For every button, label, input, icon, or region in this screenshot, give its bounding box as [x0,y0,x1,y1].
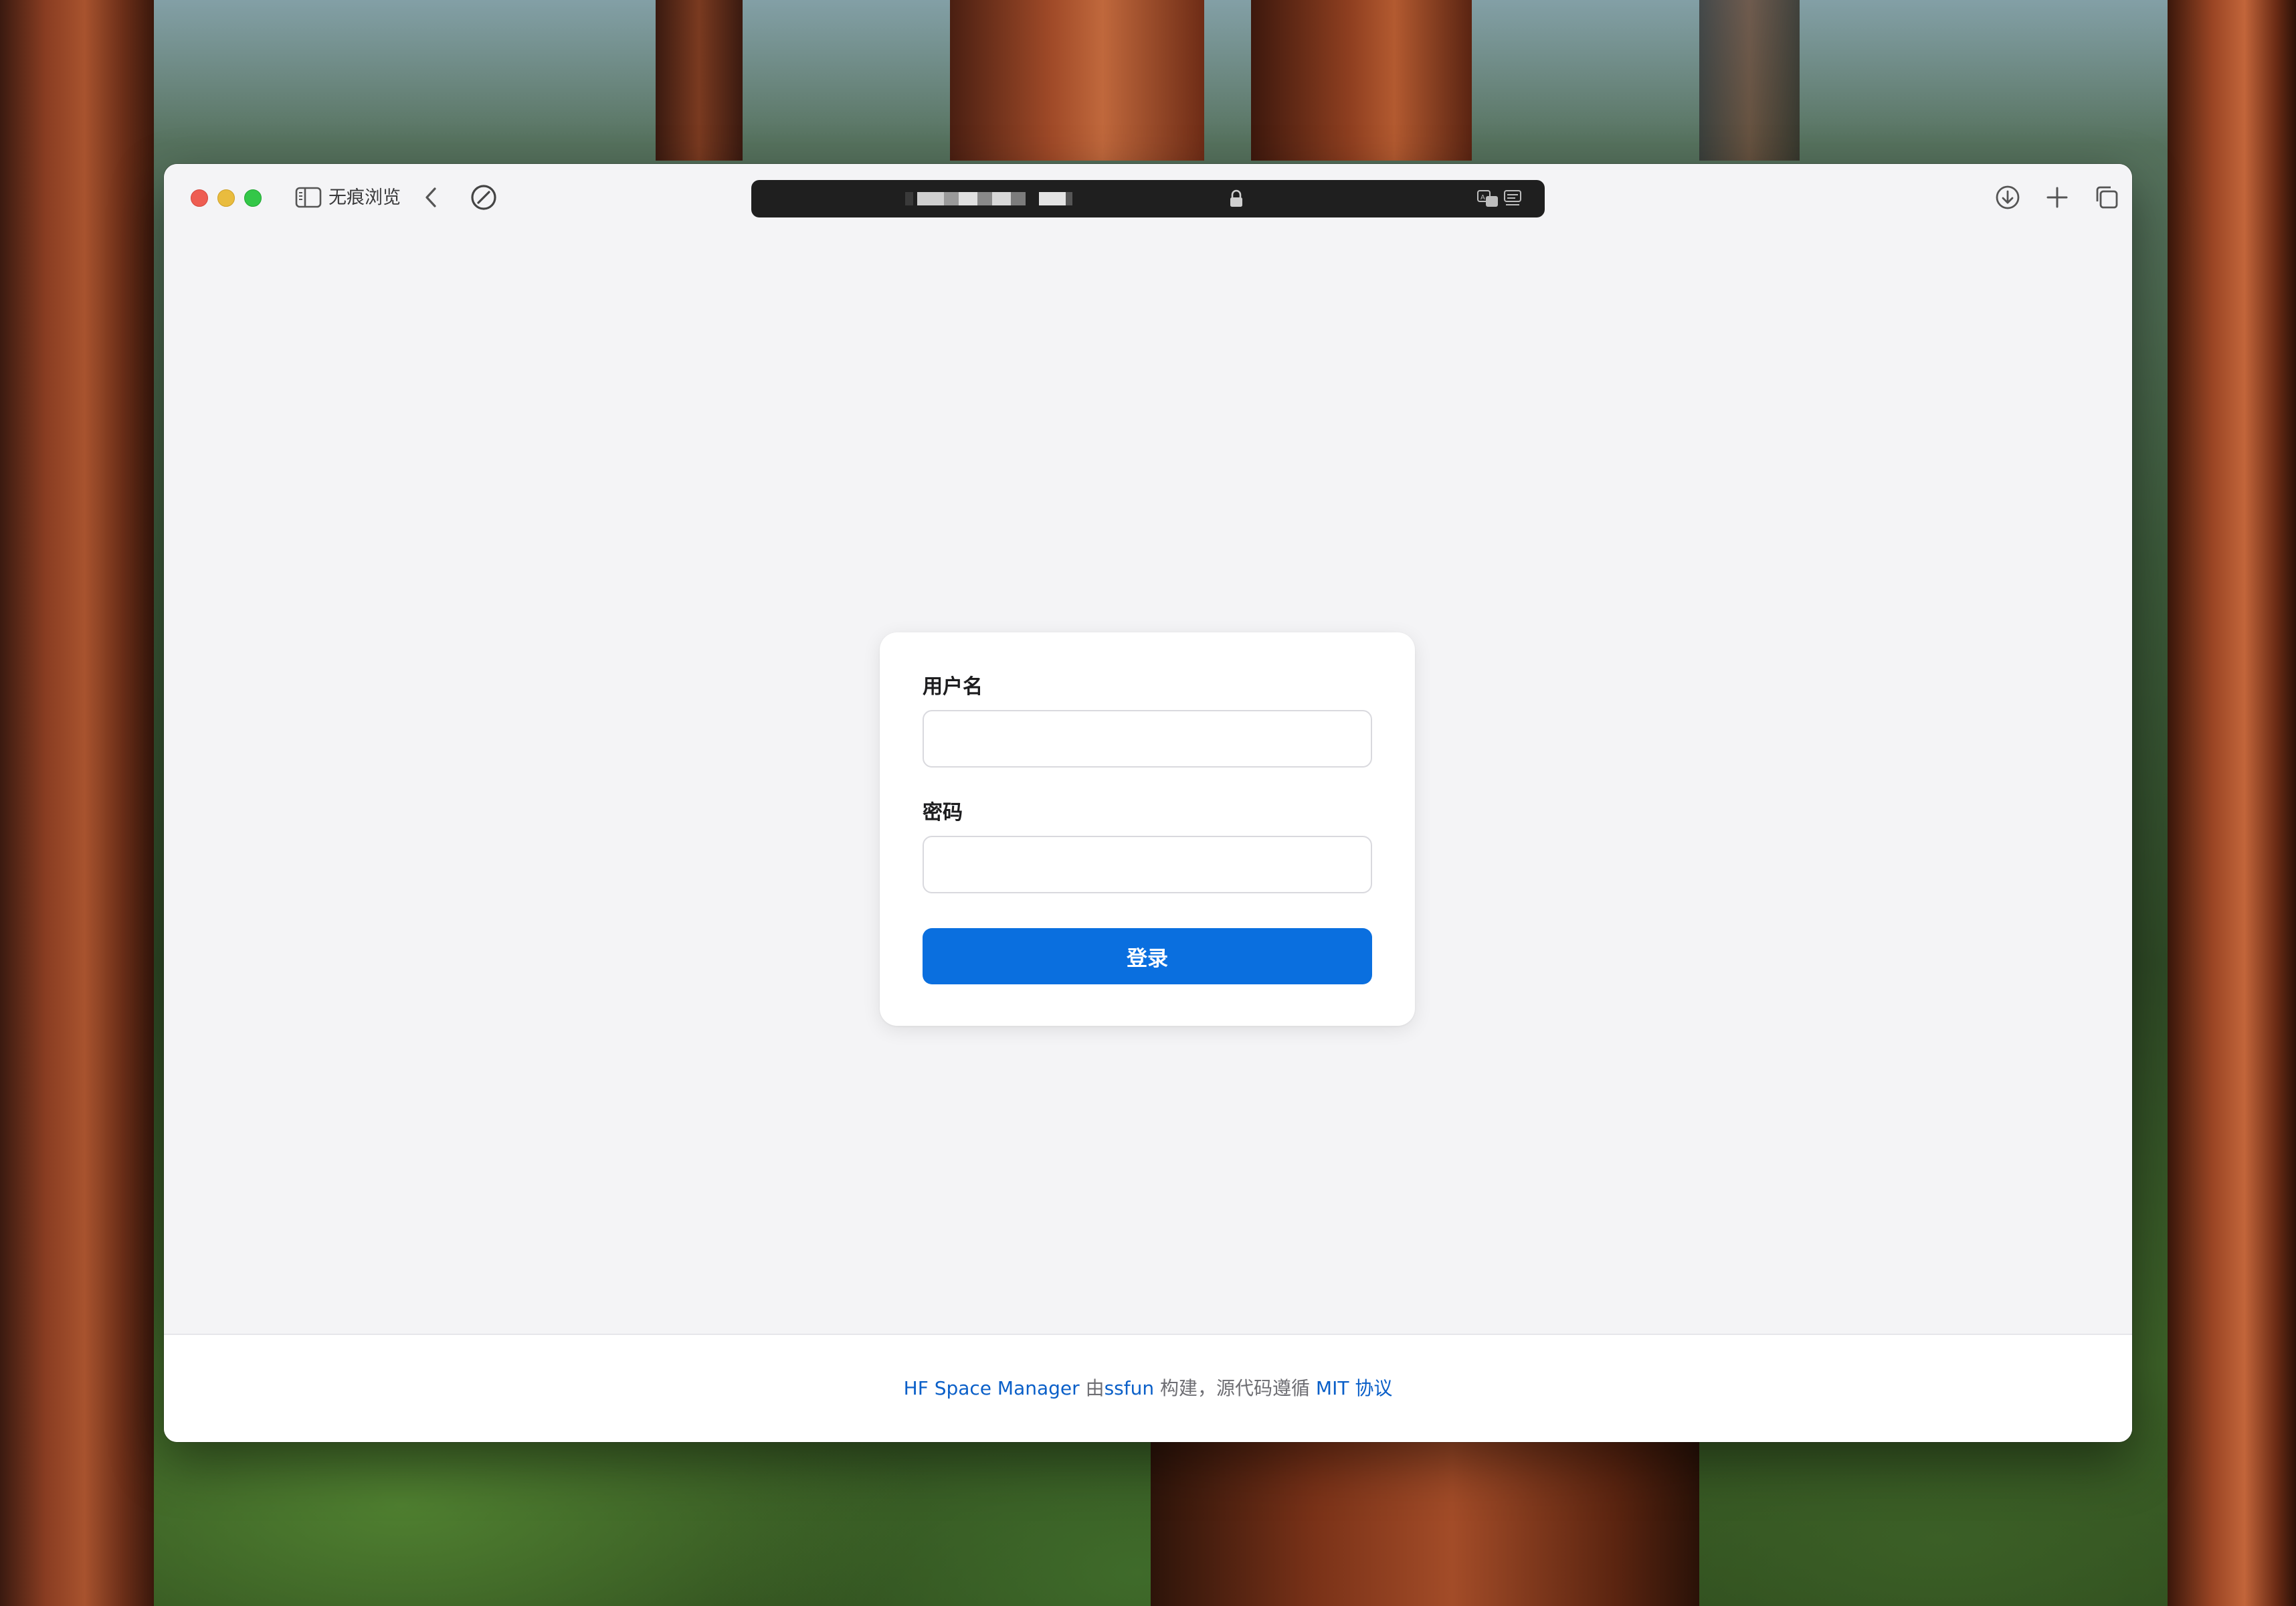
tree-trunk [1699,0,1800,161]
redacted-url [992,192,1011,205]
footer-by-text: 由 [1079,1377,1105,1399]
redacted-url [905,192,913,205]
tree-trunk [950,0,1204,161]
no-entry-icon[interactable] [469,183,498,212]
password-label: 密码 [923,801,963,824]
page-content: HF Space Manager 用户名 密码 登录 [164,231,2132,1334]
sidebar-icon[interactable] [295,186,322,209]
plus-icon[interactable] [2042,183,2072,212]
username-label: 用户名 [923,675,983,699]
tabs-overview-icon[interactable] [2092,183,2121,212]
redacted-url [959,192,977,205]
username-input[interactable] [923,710,1372,768]
zoom-window-button[interactable] [244,189,262,207]
address-bar[interactable]: A [751,180,1545,217]
redacted-url [1011,192,1026,205]
redacted-url [1039,192,1066,205]
browser-toolbar: 无痕浏览 A [164,164,2132,231]
redacted-url [944,192,959,205]
reader-icon[interactable] [1502,188,1523,209]
redacted-url [1066,192,1072,205]
tree-trunk [0,0,154,1606]
login-button[interactable]: 登录 [923,928,1372,984]
redacted-url [977,192,992,205]
private-browsing-label: 无痕浏览 [328,187,401,208]
tree-trunk [1251,0,1472,161]
footer-middle-text: 构建，源代码遵循 [1154,1377,1316,1399]
tree-trunk [1151,1439,1699,1606]
page-footer: HF Space Manager 由ssfun 构建，源代码遵循 MIT 协议 [164,1334,2132,1442]
minimize-window-button[interactable] [217,189,235,207]
tree-trunk [656,0,743,161]
app-link[interactable]: HF Space Manager [904,1377,1080,1399]
browser-window: 无痕浏览 A 用户名 密码 登录 HF Space Manager 由ssfun… [164,164,2132,1442]
translate-icon[interactable]: A [1476,188,1501,209]
download-icon[interactable] [1993,183,2022,212]
license-link[interactable]: MIT 协议 [1316,1377,1392,1399]
chevron-left-icon[interactable] [418,184,445,211]
tree-trunk [2168,0,2296,1606]
password-input[interactable] [923,836,1372,893]
author-link[interactable]: ssfun [1105,1377,1155,1399]
redacted-url [917,192,944,205]
svg-text:A: A [1480,194,1485,201]
close-window-button[interactable] [191,189,208,207]
lock-icon [1229,189,1244,208]
login-card: 用户名 密码 登录 [880,632,1415,1026]
